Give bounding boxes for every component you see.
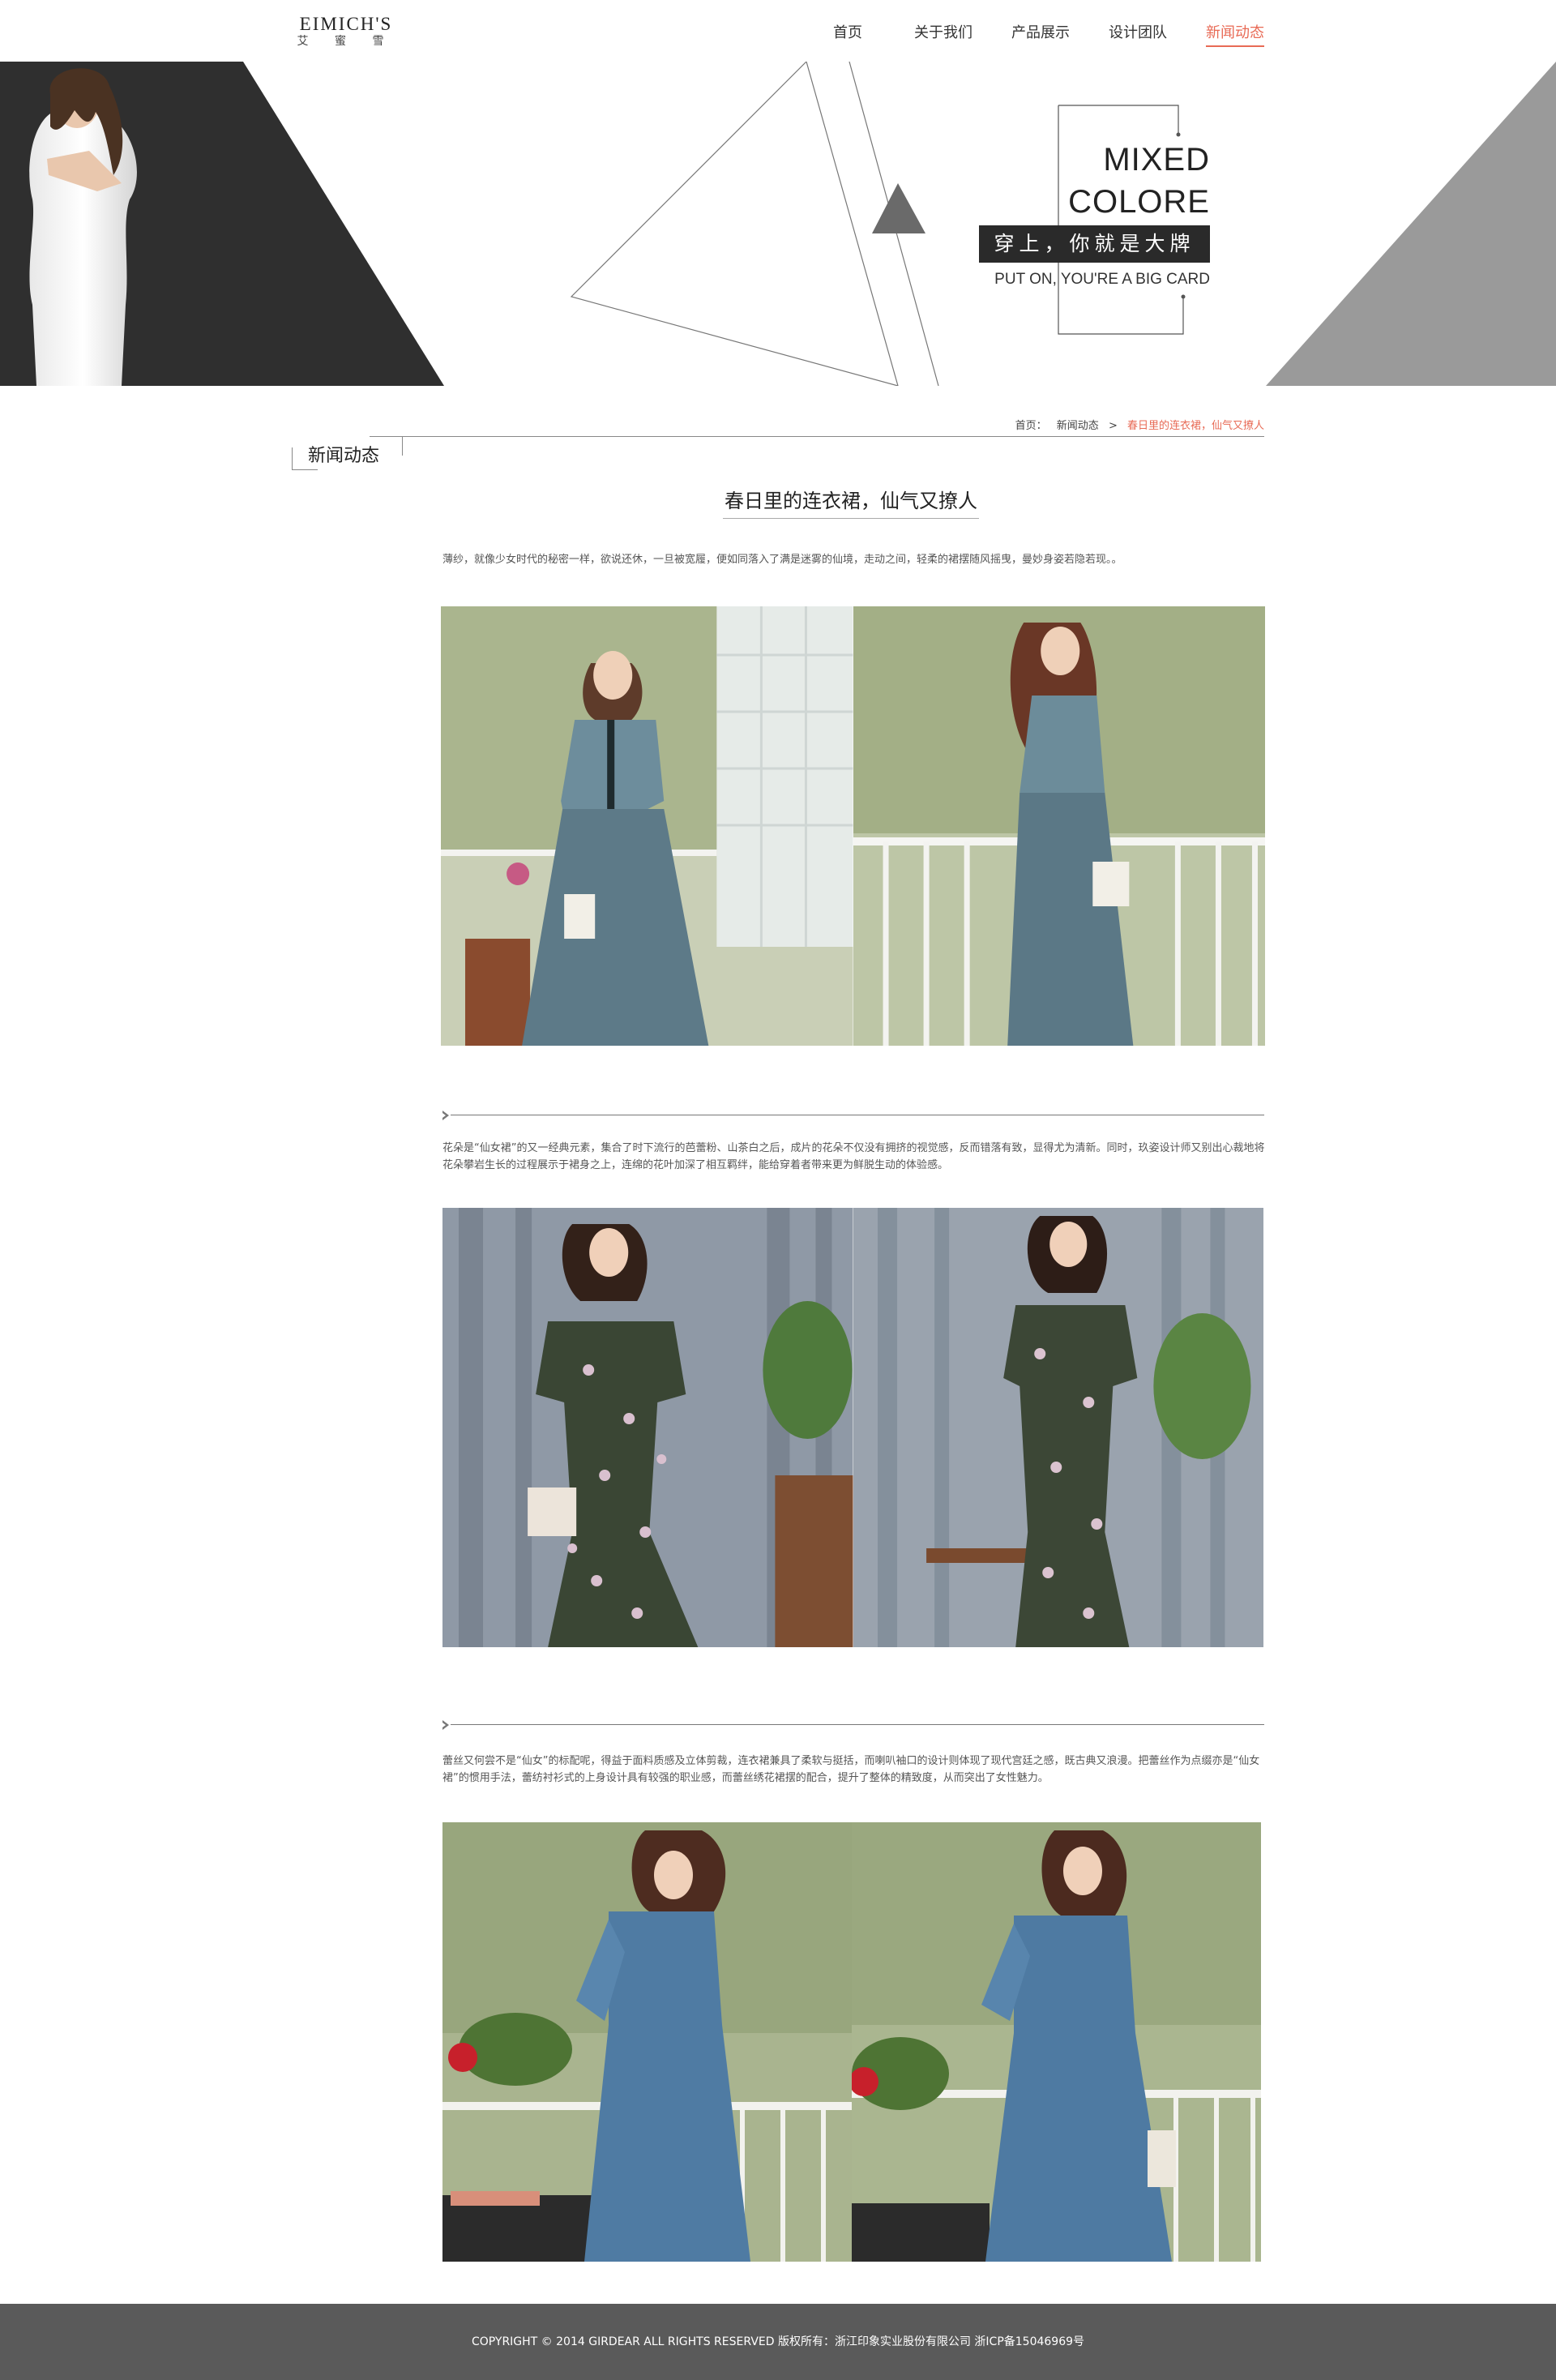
banner-decoration: [0, 62, 1556, 386]
nav-item-design-team[interactable]: 设计团队: [1109, 21, 1167, 42]
banner-slogan: 穿上，你就是大牌: [979, 225, 1210, 263]
nav-item-home[interactable]: 首页: [833, 21, 862, 42]
hero-banner: MIXED COLORE 穿上，你就是大牌 PUT ON, YOU'RE A B…: [0, 62, 1556, 386]
breadcrumb-section[interactable]: 新闻动态: [1057, 420, 1099, 432]
logo-wordmark: EIMICH'S: [299, 14, 393, 34]
photo-row-3: [442, 1822, 1261, 2262]
banner-slogan-en: PUT ON, YOU'RE A BIG CARD: [994, 271, 1210, 288]
article-paragraph-3: 蕾丝又何尝不是“仙女”的标配呢，得益于面料质感及立体剪裁，连衣裙兼具了柔软与挺括…: [442, 1755, 1260, 1784]
site-logo[interactable]: EIMICH'S 艾 蜜 雪: [293, 15, 399, 49]
banner-title-line2: COLORE: [1068, 184, 1210, 220]
nav-item-about[interactable]: 关于我们: [914, 21, 972, 42]
section-label: 新闻动态: [308, 446, 380, 466]
breadcrumb-divider: [370, 436, 1264, 437]
article-title-wrap: 春日里的连衣裙，仙气又撩人: [0, 485, 1556, 519]
breadcrumb-separator: >: [1108, 420, 1118, 432]
article-photo: [441, 606, 853, 1046]
site-header: EIMICH'S 艾 蜜 雪 首页 关于我们 产品展示 设计团队 新闻动态: [0, 0, 1556, 62]
photo-row-2: [442, 1208, 1263, 1647]
article-photo: [442, 1208, 853, 1647]
breadcrumb-current: 春日里的连衣裙，仙气又撩人: [1126, 420, 1264, 432]
section-divider: [442, 1111, 1264, 1120]
logo-chinese: 艾 蜜 雪: [297, 35, 395, 48]
article-photo: [853, 606, 1265, 1046]
article-paragraph-2: 花朵是“仙女裙”的又一经典元素，集合了时下流行的芭蕾粉、山茶白之后，成片的花朵不…: [442, 1142, 1265, 1171]
banner-title-line1: MIXED: [1103, 142, 1210, 178]
article-intro: 薄纱，就像少女时代的秘密一样，欲说还休，一旦被宽履，便如同落入了满是迷雾的仙境，…: [442, 554, 1122, 566]
article-photo: [442, 1822, 852, 2262]
nav-item-products[interactable]: 产品展示: [1011, 21, 1070, 42]
site-footer: COPYRIGHT © 2014 GIRDEAR ALL RIGHTS RESE…: [0, 2304, 1556, 2380]
breadcrumb-home[interactable]: 首页：: [1015, 420, 1047, 432]
nav-item-news[interactable]: 新闻动态: [1206, 21, 1264, 47]
article-photo: [853, 1208, 1263, 1647]
model-photo: [29, 68, 137, 386]
article-photo: [852, 1822, 1261, 2262]
breadcrumb-divider-tick: [402, 436, 403, 456]
footer-copyright: COPYRIGHT © 2014 GIRDEAR ALL RIGHTS RESE…: [471, 2335, 1085, 2348]
article-title: 春日里的连衣裙，仙气又撩人: [723, 485, 979, 519]
photo-row-1: [441, 606, 1265, 1046]
section-divider: [442, 1720, 1264, 1730]
main-nav: 首页 关于我们 产品展示 设计团队 新闻动态: [810, 21, 1289, 47]
banner-title: MIXED COLORE: [1068, 139, 1210, 223]
breadcrumb: 首页： 新闻动态 > 春日里的连衣裙，仙气又撩人: [1015, 417, 1264, 432]
